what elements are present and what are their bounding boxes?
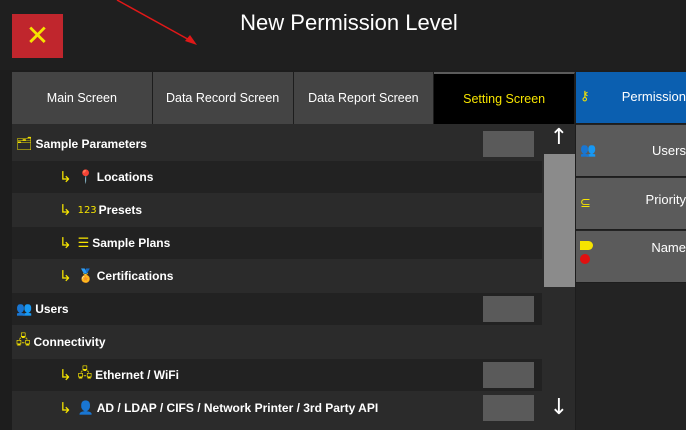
app-window: ✕ New Permission Level Main Screen Data … — [0, 0, 698, 433]
list-item-ad-ldap[interactable]: ↳ 👤 AD / LDAP / CIFS / Network Printer /… — [12, 392, 542, 424]
list-item-label: Sample Plans — [92, 236, 171, 250]
child-arrow-icon: ↳ — [59, 399, 72, 417]
list-item-certifications[interactable]: ↳ 🏅 Certifications — [12, 260, 542, 292]
window-edge — [686, 0, 698, 433]
sidebar-item-priority[interactable]: ⊆ Priority — [576, 178, 686, 230]
list-item-label: Locations — [96, 170, 154, 184]
header-bar: ✕ New Permission Level — [0, 0, 698, 70]
list-item-label: Sample Parameters — [35, 137, 147, 151]
list-item-ethernet-wifi[interactable]: ↳ 🖧 Ethernet / WiFi — [12, 359, 542, 391]
key-user-icon: ⚷ — [580, 89, 590, 104]
user-network-icon: 👤 — [77, 400, 94, 416]
tab-setting-screen[interactable]: Setting Screen — [434, 72, 575, 124]
list-item-label: Connectivity — [33, 335, 106, 349]
permission-toggle[interactable] — [483, 395, 534, 421]
sidebar-item-permission[interactable]: ⚷ Permission — [576, 72, 686, 124]
list-item-label: Presets — [98, 203, 143, 217]
permission-toggle[interactable] — [483, 296, 534, 322]
sidebar-item-label: Permission — [621, 89, 686, 104]
users-icon: 👥 — [580, 143, 597, 158]
sidebar-item-label: Name — [651, 240, 686, 255]
scroll-up-arrow-icon[interactable]: ↑ — [546, 126, 572, 150]
tag-icon — [580, 241, 593, 264]
priority-icon: ⊆ — [580, 196, 591, 211]
sidebar: ⚷ Permission 👥 Users ⊆ Priority Name — [576, 72, 686, 430]
child-arrow-icon: ↳ — [59, 234, 72, 252]
network-icon: 🖧 — [77, 366, 93, 381]
sidebar-item-name[interactable]: Name — [576, 231, 686, 283]
users-icon: 👥 — [16, 301, 33, 317]
screen-tabs: Main Screen Data Record Screen Data Repo… — [12, 72, 575, 124]
sidebar-item-label: Users — [652, 143, 686, 158]
list-item-label: Certifications — [96, 269, 174, 283]
child-arrow-icon: ↳ — [59, 366, 72, 384]
certifications-icon: 🏅 — [77, 268, 94, 284]
sidebar-item-label: Priority — [645, 192, 686, 207]
permission-list: 🗂 Sample Parameters ↳ 📍 Locations ↳ 123 … — [12, 124, 575, 430]
tab-main-screen[interactable]: Main Screen — [12, 72, 153, 124]
list-item-label: Users — [35, 302, 69, 316]
scroll-down-arrow-icon[interactable]: ↓ — [546, 396, 572, 420]
page-title: New Permission Level — [240, 10, 458, 35]
list-item-connectivity[interactable]: 🖧 Connectivity — [12, 326, 542, 358]
sample-plans-icon: ☰ — [77, 235, 90, 251]
list-item-users[interactable]: 👥 Users — [12, 293, 542, 325]
child-arrow-icon: ↳ — [59, 201, 72, 219]
presets-123-icon: 123 — [77, 204, 97, 216]
list-item-sample-parameters[interactable]: 🗂 Sample Parameters — [12, 128, 542, 160]
sidebar-item-users[interactable]: 👥 Users — [576, 125, 686, 177]
tab-data-report-screen[interactable]: Data Report Screen — [293, 72, 435, 124]
list-item-sample-plans[interactable]: ↳ ☰ Sample Plans — [12, 227, 542, 259]
child-arrow-icon: ↳ — [59, 168, 72, 186]
list-item-locations[interactable]: ↳ 📍 Locations — [12, 161, 542, 193]
scrollbar-thumb[interactable] — [544, 154, 575, 287]
permission-toggle[interactable] — [483, 131, 534, 157]
list-item-label: Ethernet / WiFi — [95, 368, 179, 382]
child-arrow-icon: ↳ — [59, 267, 72, 285]
permission-toggle[interactable] — [483, 362, 534, 388]
location-pin-icon: 📍 — [77, 169, 94, 185]
list-item-label: AD / LDAP / CIFS / Network Printer / 3rd… — [96, 401, 379, 415]
list-item-presets[interactable]: ↳ 123 Presets — [12, 194, 542, 226]
network-icon: 🖧 — [16, 333, 31, 348]
sample-params-icon: 🗂 — [16, 136, 33, 152]
tab-data-record-screen[interactable]: Data Record Screen — [152, 72, 294, 124]
